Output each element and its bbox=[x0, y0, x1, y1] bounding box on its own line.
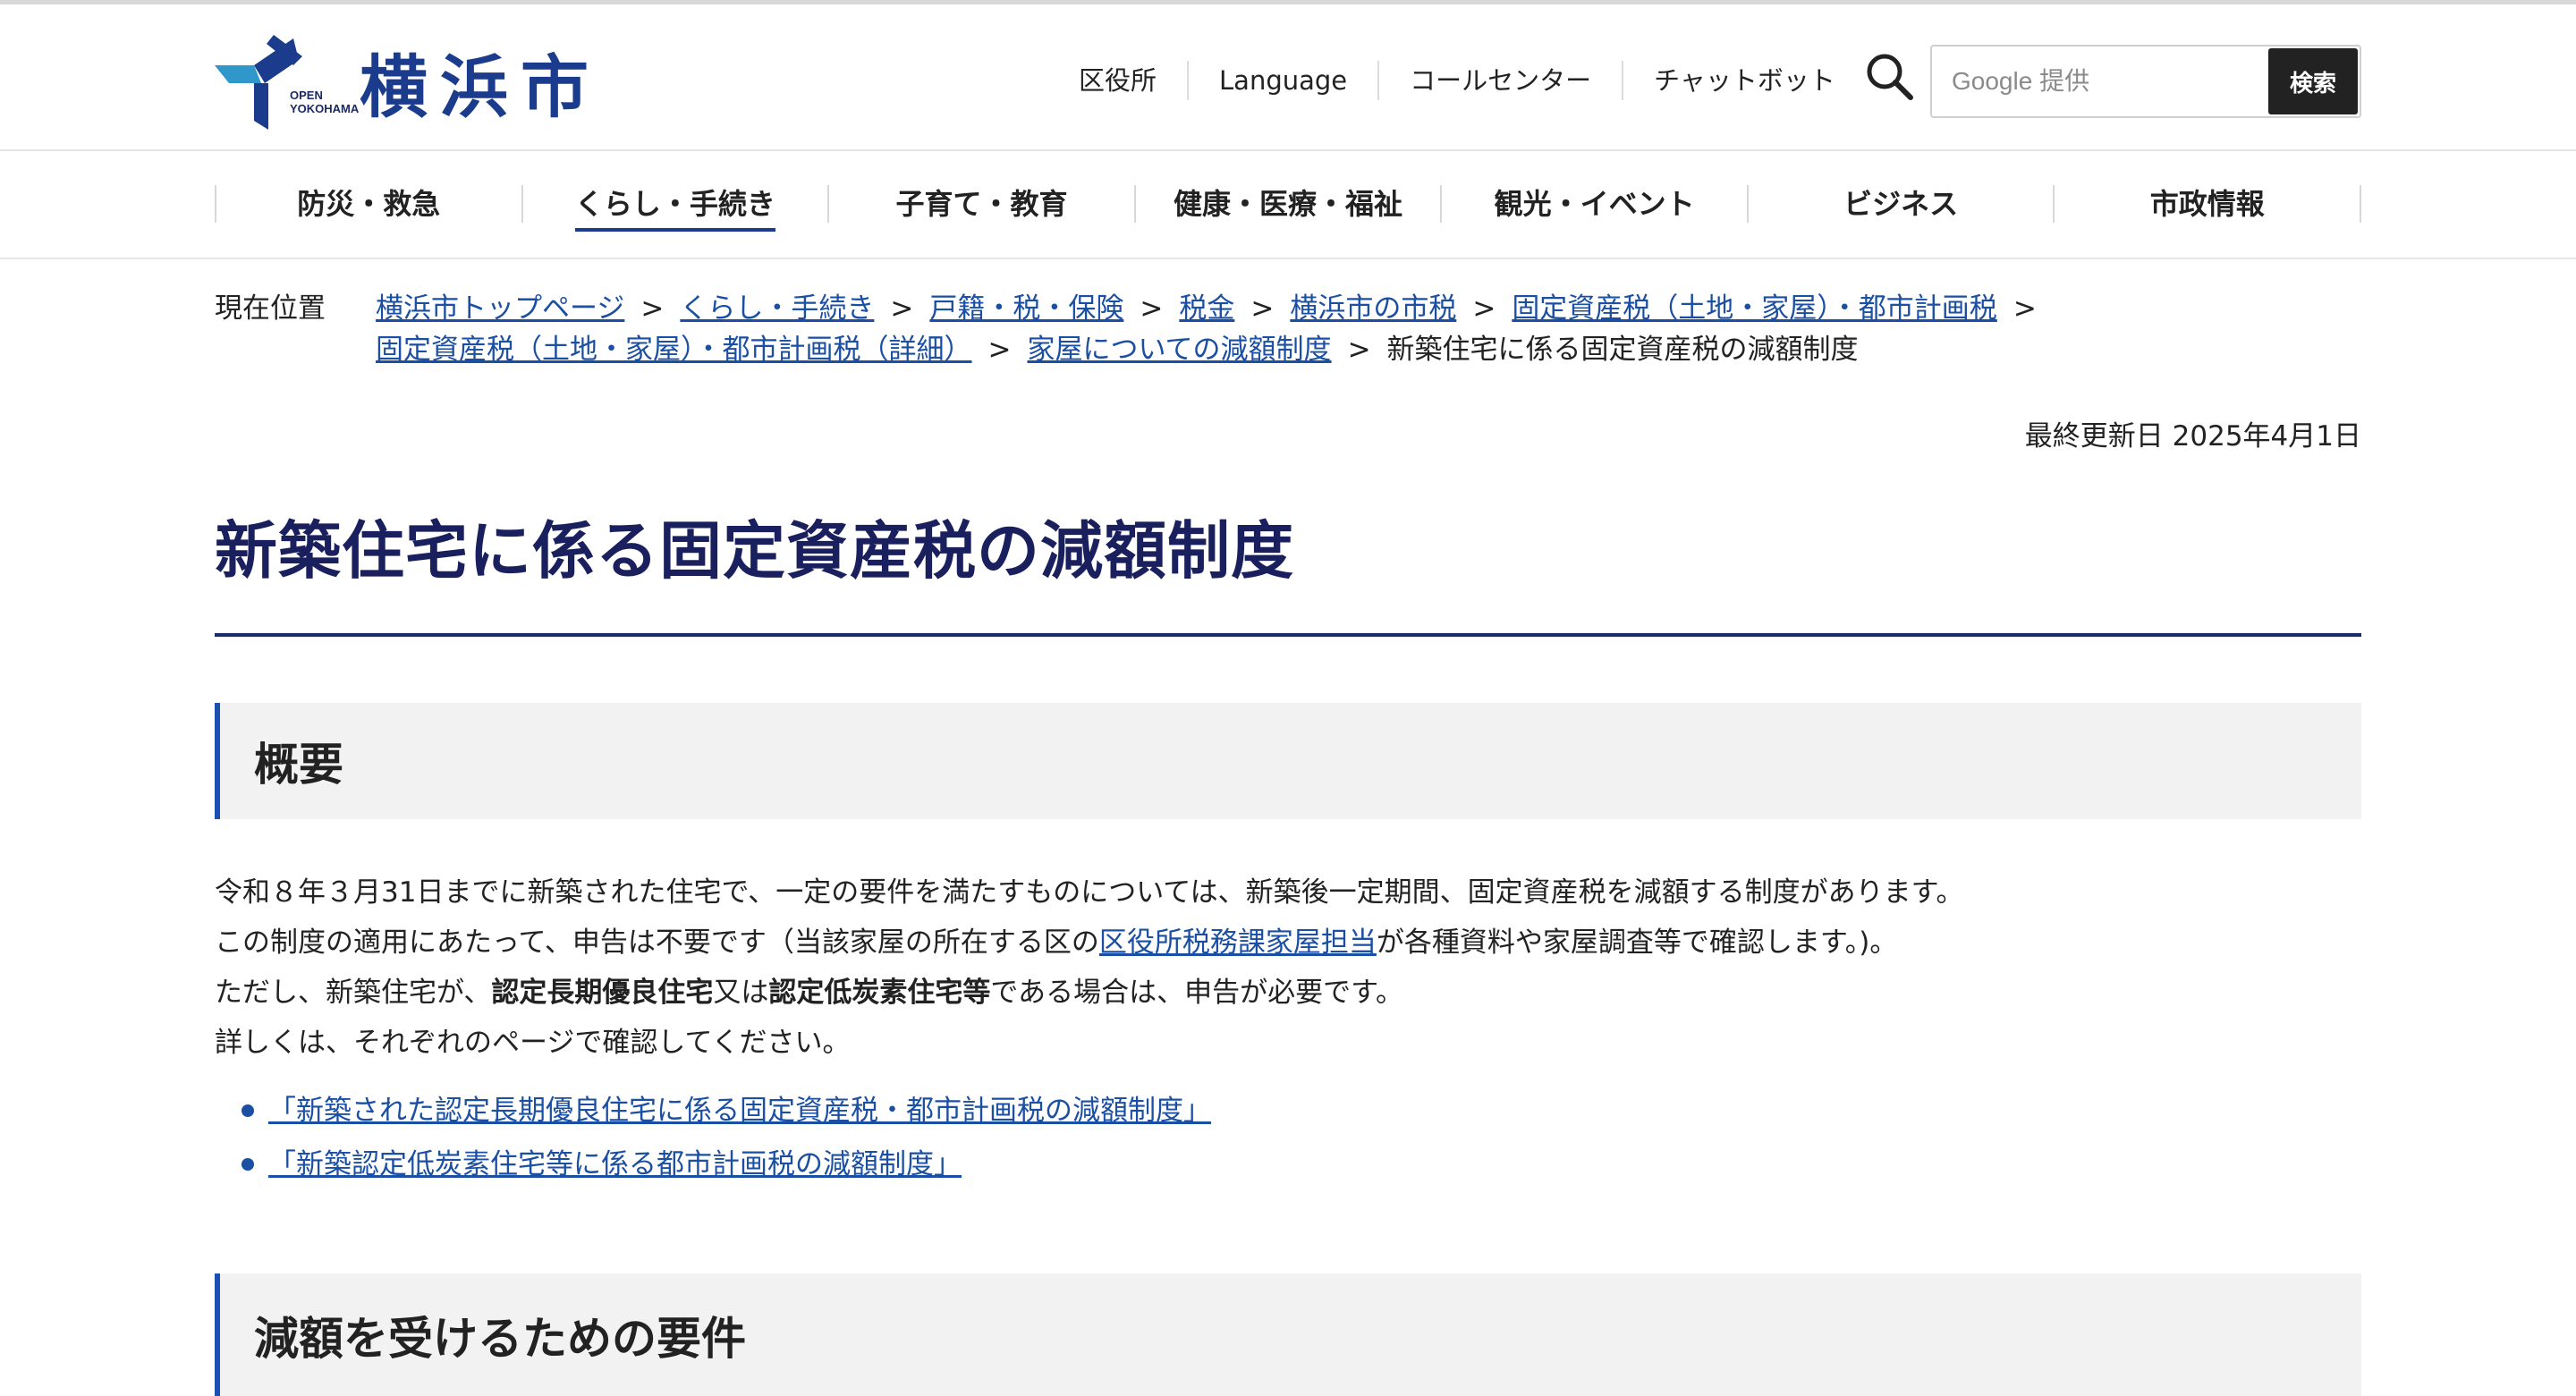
nav-label: ビジネス bbox=[1843, 187, 1959, 221]
text: この制度の適用にあたって、申告は不要です（当該家屋の所在する区の bbox=[215, 926, 1099, 959]
breadcrumb-separator: > bbox=[1472, 292, 1496, 325]
overview-paragraph: 令和８年３月31日までに新築された住宅で、一定の要件を満たすものについては、新築… bbox=[215, 876, 1964, 909]
site-header: OPEN YOKOHAMA 横浜市 区役所 Language コールセンター チ… bbox=[0, 4, 2576, 149]
breadcrumb-list: 横浜市トップページ > くらし・手続き > 戸籍・税・保険 > 税金 > 横浜市の市税 > 固定資産… bbox=[376, 288, 2361, 370]
nav-item-living[interactable]: くらし・手続き bbox=[521, 185, 828, 232]
breadcrumb-current: 新築住宅に係る固定資産税の減額制度 bbox=[1386, 334, 1859, 366]
breadcrumb-link[interactable]: 固定資産税（土地・家屋）・都市計画税（詳細） bbox=[376, 334, 972, 366]
breadcrumb-link[interactable]: 固定資産税（土地・家屋）・都市計画税 bbox=[1512, 292, 1997, 325]
breadcrumb-separator: > bbox=[2012, 292, 2037, 325]
bullet-icon bbox=[242, 1158, 254, 1171]
overview-paragraph: 詳しくは、それぞれのページで確認してください。 bbox=[215, 1027, 851, 1059]
page-title: 新築住宅に係る固定資産税の減額制度 bbox=[215, 514, 1294, 588]
list-item: 「新築認定低炭素住宅等に係る都市計画税の減額制度」 bbox=[242, 1138, 1211, 1191]
nav-label: 市政情報 bbox=[2149, 187, 2265, 221]
bullet-icon bbox=[242, 1104, 254, 1117]
list-item: 「新築された認定長期優良住宅に係る固定資産税・都市計画税の減額制度」 bbox=[242, 1084, 1211, 1138]
section-heading-requirements: 減額を受けるための要件 bbox=[215, 1273, 2361, 1396]
nav-item-city-info[interactable]: 市政情報 bbox=[2053, 185, 2362, 223]
breadcrumb-link[interactable]: 家屋についての減額制度 bbox=[1027, 334, 1331, 366]
nav-item-business[interactable]: ビジネス bbox=[1746, 185, 2054, 223]
nav-divider bbox=[0, 258, 2576, 259]
nav-item-disaster[interactable]: 防災・救急 bbox=[215, 185, 521, 223]
breadcrumb-link[interactable]: 税金 bbox=[1179, 292, 1234, 325]
breadcrumb-link[interactable]: くらし・手続き bbox=[680, 292, 874, 325]
related-link[interactable]: 「新築された認定長期優良住宅に係る固定資産税・都市計画税の減額制度」 bbox=[268, 1095, 1211, 1127]
breadcrumb-label: 現在位置 bbox=[215, 292, 326, 325]
text: が各種資料や家屋調査等で確認します。)。 bbox=[1376, 926, 1898, 959]
related-link[interactable]: 「新築認定低炭素住宅等に係る都市計画税の減額制度」 bbox=[268, 1148, 962, 1180]
open-yokohama-logo-icon: OPEN YOKOHAMA bbox=[215, 30, 359, 133]
site-logo[interactable]: OPEN YOKOHAMA 横浜市 bbox=[215, 30, 601, 133]
breadcrumb-link[interactable]: 横浜市の市税 bbox=[1290, 292, 1456, 325]
logo-text: 横浜市 bbox=[360, 47, 601, 127]
overview-paragraph: ただし、新築住宅が、認定長期優良住宅又は認定低炭素住宅等である場合は、申告が必要… bbox=[215, 968, 2361, 1018]
search-icon[interactable] bbox=[1862, 49, 1916, 103]
breadcrumb-separator: > bbox=[987, 334, 1012, 366]
text: 又は bbox=[713, 977, 769, 1009]
nav-label: 観光・イベント bbox=[1494, 187, 1695, 221]
utility-nav: 区役所 Language コールセンター チャットボット bbox=[1052, 44, 1866, 117]
search-button[interactable]: 検索 bbox=[2268, 48, 2358, 114]
nav-item-health[interactable]: 健康・医療・福祉 bbox=[1133, 185, 1441, 223]
breadcrumb-separator: > bbox=[1250, 292, 1275, 325]
search-box: 検索 bbox=[1930, 45, 2361, 118]
breadcrumb-separator: > bbox=[1347, 334, 1371, 366]
nav-item-tourism[interactable]: 観光・イベント bbox=[1440, 185, 1747, 223]
emphasis-low-carbon-housing: 認定低炭素住宅等 bbox=[768, 977, 991, 1009]
breadcrumb-separator: > bbox=[1140, 292, 1164, 325]
emphasis-long-life-housing: 認定長期優良住宅 bbox=[491, 977, 714, 1009]
breadcrumb-link[interactable]: 横浜市トップページ bbox=[376, 292, 624, 325]
util-link-language[interactable]: Language bbox=[1187, 61, 1377, 100]
nav-label: 子育て・教育 bbox=[895, 187, 1068, 221]
related-links: 「新築された認定長期優良住宅に係る固定資産税・都市計画税の減額制度」 「新築認定… bbox=[242, 1084, 1211, 1191]
logo-small-text: OPEN YOKOHAMA bbox=[290, 89, 359, 115]
util-link-ward-office[interactable]: 区役所 bbox=[1052, 61, 1187, 100]
text: ただし、新築住宅が、 bbox=[215, 977, 492, 1009]
nav-label: くらし・手続き bbox=[574, 187, 775, 232]
text: である場合は、申告が必要です。 bbox=[990, 977, 1403, 1009]
ward-tax-office-link[interactable]: 区役所税務課家屋担当 bbox=[1099, 926, 1377, 959]
nav-label: 防災・救急 bbox=[297, 187, 441, 221]
search-input[interactable] bbox=[1932, 47, 2268, 116]
util-link-call-center[interactable]: コールセンター bbox=[1377, 61, 1622, 100]
overview-paragraph: この制度の適用にあたって、申告は不要です（当該家屋の所在する区の区役所税務課家屋… bbox=[215, 918, 2361, 968]
last-updated: 最終更新日 2025年4月1日 bbox=[2024, 420, 2361, 453]
section-heading-overview: 概要 bbox=[215, 703, 2361, 819]
breadcrumb-link[interactable]: 戸籍・税・保険 bbox=[929, 292, 1123, 325]
global-nav: 防災・救急 くらし・手続き 子育て・教育 健康・医療・福祉 観光・イベント ビジ… bbox=[215, 150, 2362, 258]
title-rule bbox=[215, 633, 2361, 637]
breadcrumb-separator: > bbox=[640, 292, 665, 325]
overview-body: 令和８年３月31日までに新築された住宅で、一定の要件を満たすものについては、新築… bbox=[215, 867, 2361, 1068]
logo-small-line1: OPEN bbox=[290, 89, 323, 102]
nav-item-childcare[interactable]: 子育て・教育 bbox=[827, 185, 1134, 223]
logo-small-line2: YOKOHAMA bbox=[290, 102, 360, 115]
breadcrumb-separator: > bbox=[890, 292, 914, 325]
util-link-chatbot[interactable]: チャットボット bbox=[1622, 61, 1866, 100]
nav-label: 健康・医療・福祉 bbox=[1174, 187, 1403, 221]
